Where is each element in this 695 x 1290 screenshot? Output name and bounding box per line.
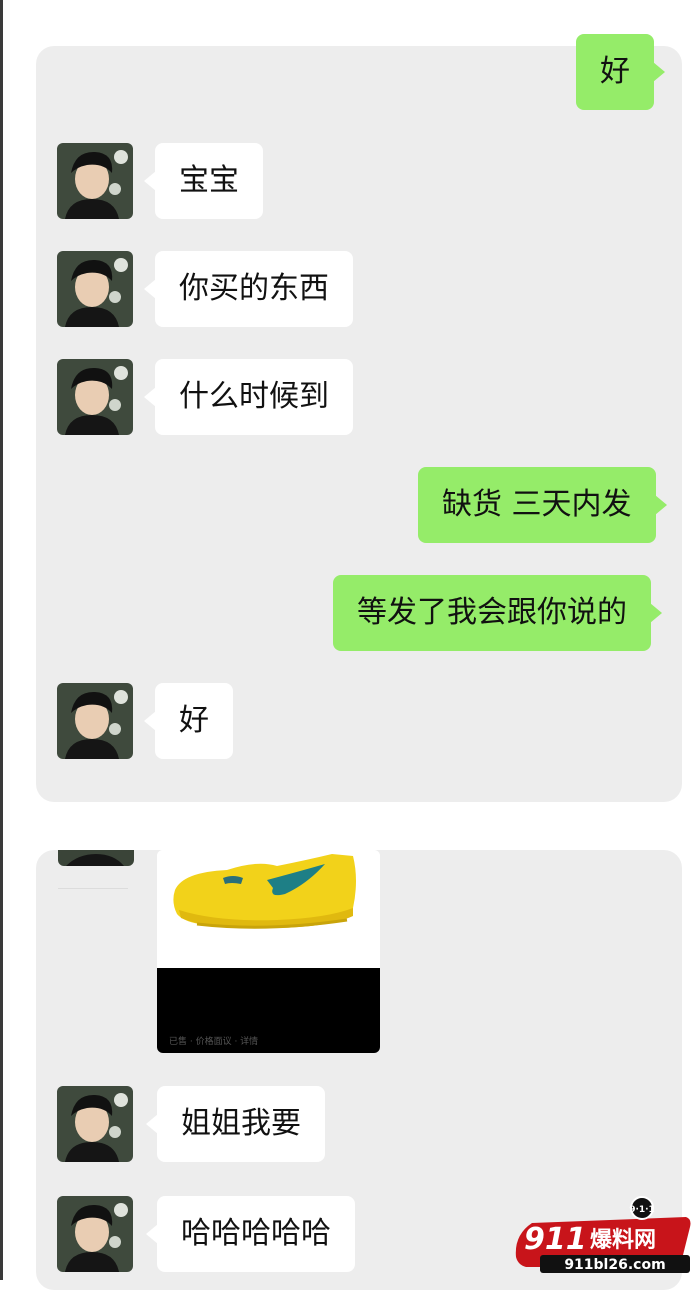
message-bubble-received[interactable]: 哈哈哈哈哈: [146, 1196, 355, 1272]
contact-avatar[interactable]: [57, 683, 133, 759]
contact-avatar[interactable]: [57, 1086, 133, 1162]
message-bubble-received[interactable]: 宝宝: [144, 143, 263, 219]
message-bubble-sent[interactable]: 等发了我会跟你说的: [333, 575, 662, 651]
contact-avatar-partial: [58, 850, 134, 866]
sneaker-photo: [157, 850, 380, 968]
contact-avatar[interactable]: [57, 1196, 133, 1272]
message-bubble-received[interactable]: 好: [144, 683, 233, 759]
image-caption: 已售 · 价格面议 · 详情: [169, 1037, 259, 1047]
watermark-badge: 9·1·1: [629, 1205, 655, 1215]
message-bubble-sent[interactable]: 好: [576, 34, 665, 110]
message-bubble-sent[interactable]: 缺货 三天内发: [418, 467, 667, 543]
site-watermark-logo: 9·1·1 911 爆料网 911bl26.com: [510, 1195, 695, 1280]
divider: [58, 888, 128, 889]
watermark-title: 爆料网: [590, 1228, 656, 1253]
message-bubble-received[interactable]: 你买的东西: [144, 251, 353, 327]
contact-avatar[interactable]: [57, 359, 133, 435]
sneaker-image-icon: [173, 854, 356, 929]
watermark-number: 911: [524, 1222, 587, 1257]
image-message[interactable]: 已售 · 价格面议 · 详情: [157, 850, 380, 1053]
avatar-icon: [57, 251, 133, 327]
watermark-url: 911bl26.com: [564, 1257, 665, 1273]
avatar-icon: [57, 683, 133, 759]
contact-avatar[interactable]: [57, 143, 133, 219]
message-bubble-received[interactable]: 什么时候到: [144, 359, 353, 435]
avatar-icon: [57, 1086, 133, 1162]
contact-avatar[interactable]: [57, 251, 133, 327]
screen-edge: [0, 0, 3, 1280]
avatar-icon: [57, 1196, 133, 1272]
avatar-icon: [57, 143, 133, 219]
avatar-icon: [57, 359, 133, 435]
message-bubble-received[interactable]: 姐姐我要: [146, 1086, 325, 1162]
